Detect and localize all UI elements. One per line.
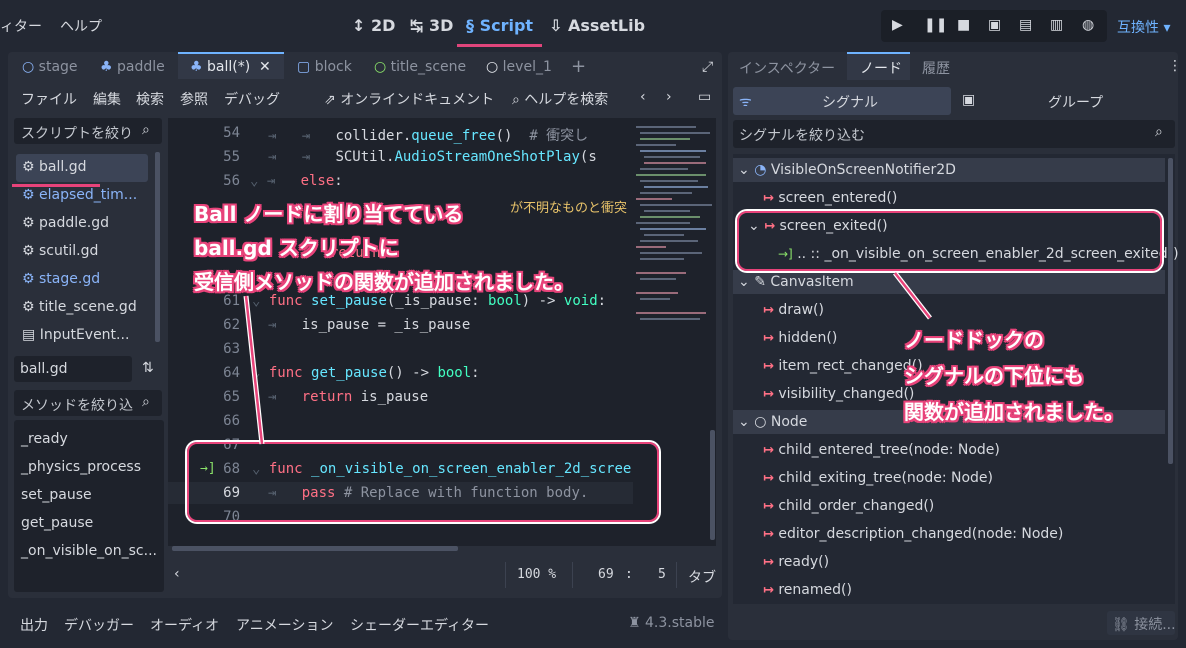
callout-left-line: ball.gd スクリプトに	[194, 236, 399, 260]
callout-left-line: 受信側メソッドの関数が追加されました。	[194, 270, 574, 294]
callout-right-line: シグナルの下位にも	[904, 364, 1084, 388]
callout-right-line: ノードドックの	[904, 328, 1044, 352]
callout-left-line: Ball ノードに割り当てている	[194, 202, 464, 226]
callout-right-line: 関数が追加されました。	[904, 400, 1124, 424]
